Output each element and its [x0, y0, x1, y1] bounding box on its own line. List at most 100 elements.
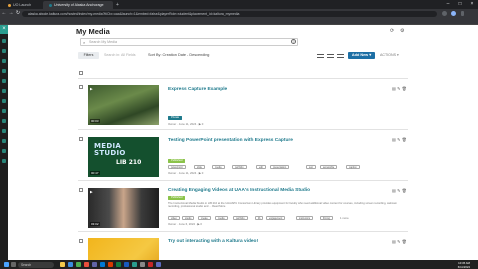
widgets-icon[interactable] [11, 262, 16, 267]
rail-nav-icon[interactable] [2, 49, 6, 53]
taskbar-search-input[interactable]: Search [18, 261, 54, 268]
rail-nav-icon[interactable] [2, 59, 6, 63]
minimize-icon[interactable]: – [442, 0, 454, 9]
tag[interactable]: media [212, 165, 225, 169]
tag[interactable]: create [198, 216, 211, 220]
rail-nav-icon[interactable] [2, 39, 6, 43]
browser-tab-strip: UO Launch University of Alaska Anchorage… [0, 0, 478, 9]
entry-thumbnail[interactable]: ▶ 00:03 [88, 85, 159, 125]
app-icon[interactable] [140, 262, 145, 267]
tag[interactable]: video [168, 216, 180, 220]
browser-tab[interactable]: UO Launch [2, 1, 42, 9]
refresh-icon[interactable]: ⟳ [390, 28, 394, 34]
help-icon[interactable]: ? [291, 39, 296, 44]
filter-search-input[interactable]: Search in: All Fields [104, 52, 136, 59]
tag[interactable]: presentation [270, 165, 290, 169]
delete-icon[interactable]: 🗑 [402, 189, 408, 193]
browser-tab-active[interactable]: University of Alaska Anchorage [43, 1, 113, 9]
app-icon[interactable] [156, 262, 161, 267]
tag[interactable]: powerpoint [168, 165, 186, 169]
outlook-icon[interactable] [100, 262, 105, 267]
list-view-icon[interactable] [327, 54, 334, 58]
entry-checkbox[interactable] [79, 85, 83, 89]
tab-title: University of Alaska Anchorage [54, 3, 104, 7]
rail-nav-icon[interactable] [2, 99, 6, 103]
edge-icon[interactable] [68, 262, 73, 267]
tag[interactable]: edit [256, 165, 266, 169]
rail-nav-icon[interactable] [2, 139, 6, 143]
profile-icon[interactable] [451, 11, 456, 16]
meta-plays: 0 [200, 222, 202, 226]
status-badge: Published [168, 159, 186, 163]
search-icon: ⌕ [83, 40, 86, 45]
rail-nav-icon[interactable] [2, 89, 6, 93]
search-placeholder: Search My Media [89, 40, 117, 44]
excel-icon[interactable] [116, 262, 121, 267]
tag[interactable]: filming [320, 216, 333, 220]
entry-checkbox[interactable] [79, 137, 83, 141]
tag[interactable]: accessible [320, 165, 338, 169]
close-icon[interactable]: × [0, 25, 8, 34]
meta-owner: Owner [168, 171, 177, 175]
kaltura-icon[interactable] [132, 262, 137, 267]
entry-thumbnail[interactable] [88, 238, 159, 260]
close-window-icon[interactable]: × [466, 0, 478, 9]
select-all-checkbox[interactable] [79, 71, 83, 75]
delete-icon[interactable]: 🗑 [402, 240, 408, 244]
rail-nav-icon[interactable] [2, 119, 6, 123]
settings-gear-icon[interactable]: ⚙ [400, 28, 404, 34]
app-icon[interactable] [148, 262, 153, 267]
rail-nav-icon[interactable] [2, 79, 6, 83]
entry-title-link[interactable]: Testing PowerPoint presentation with Exp… [168, 138, 293, 143]
maximize-icon[interactable]: □ [454, 0, 466, 9]
tag[interactable]: caption [346, 165, 360, 169]
app-icon[interactable] [84, 262, 89, 267]
compact-view-icon[interactable] [337, 54, 344, 58]
entry-title-link[interactable]: Creating Engaging Videos at UAA's Instru… [168, 188, 310, 193]
word-icon[interactable] [124, 262, 129, 267]
tag[interactable]: portfolio [232, 165, 247, 169]
teams-icon[interactable] [92, 262, 97, 267]
divider [78, 231, 408, 232]
entry-checkbox[interactable] [79, 188, 83, 192]
rail-nav-icon[interactable] [2, 109, 6, 113]
rail-nav-icon[interactable] [2, 159, 6, 163]
reload-icon[interactable]: ↻ [14, 9, 22, 18]
menu-icon[interactable] [461, 11, 464, 16]
system-clock[interactable]: 10:45 AM 6/11/2024 [446, 261, 470, 269]
meta-date: June 11, 2024 [178, 122, 197, 126]
rail-nav-icon[interactable] [2, 69, 6, 73]
tag[interactable]: media [215, 216, 228, 220]
powerpoint-icon[interactable] [108, 262, 113, 267]
entry-title-link[interactable]: Try out interacting with a Kaltura video… [168, 239, 258, 244]
actions-dropdown[interactable]: ACTIONS ▾ [380, 52, 399, 59]
entry-checkbox[interactable] [79, 239, 83, 243]
entry-thumbnail[interactable]: MEDIA STUDIO LIB 210 00:47 [88, 137, 159, 177]
sort-dropdown[interactable]: Sort By: Creation Date - Descending [148, 52, 209, 59]
url-field[interactable]: alaska.abode.kaltura.com/hosted/index/my… [22, 10, 437, 17]
new-tab-button[interactable]: + [114, 1, 122, 9]
extension-icon[interactable] [442, 11, 447, 16]
tag[interactable]: test [306, 165, 316, 169]
tag[interactable]: portfolio [233, 216, 248, 220]
chrome-icon[interactable] [76, 262, 81, 267]
entry-title-link[interactable]: Express Capture Example [168, 87, 227, 92]
filters-button[interactable]: Filters [78, 52, 99, 59]
add-new-button[interactable]: Add New ▾ [348, 52, 375, 59]
tag[interactable]: slide [194, 165, 205, 169]
tag[interactable]: instructors [296, 216, 314, 220]
tag[interactable]: studio [182, 216, 195, 220]
taskbar: Search 10:45 AM 6/11/2024 [0, 260, 478, 269]
rail-nav-icon[interactable] [2, 149, 6, 153]
more-tags-link[interactable]: 1 more [340, 216, 349, 220]
tag[interactable]: lib [255, 216, 264, 220]
file-explorer-icon[interactable] [60, 262, 65, 267]
entry-thumbnail[interactable]: ▶ 03:02 [88, 188, 159, 228]
tag[interactable]: engagement [266, 216, 286, 220]
detailed-view-icon[interactable] [317, 54, 324, 58]
search-input[interactable]: ⌕ Search My Media [80, 38, 298, 46]
delete-icon[interactable]: 🗑 [402, 87, 408, 91]
rail-nav-icon[interactable] [2, 129, 6, 133]
windows-start-icon[interactable] [4, 262, 9, 267]
delete-icon[interactable]: 🗑 [402, 138, 408, 142]
